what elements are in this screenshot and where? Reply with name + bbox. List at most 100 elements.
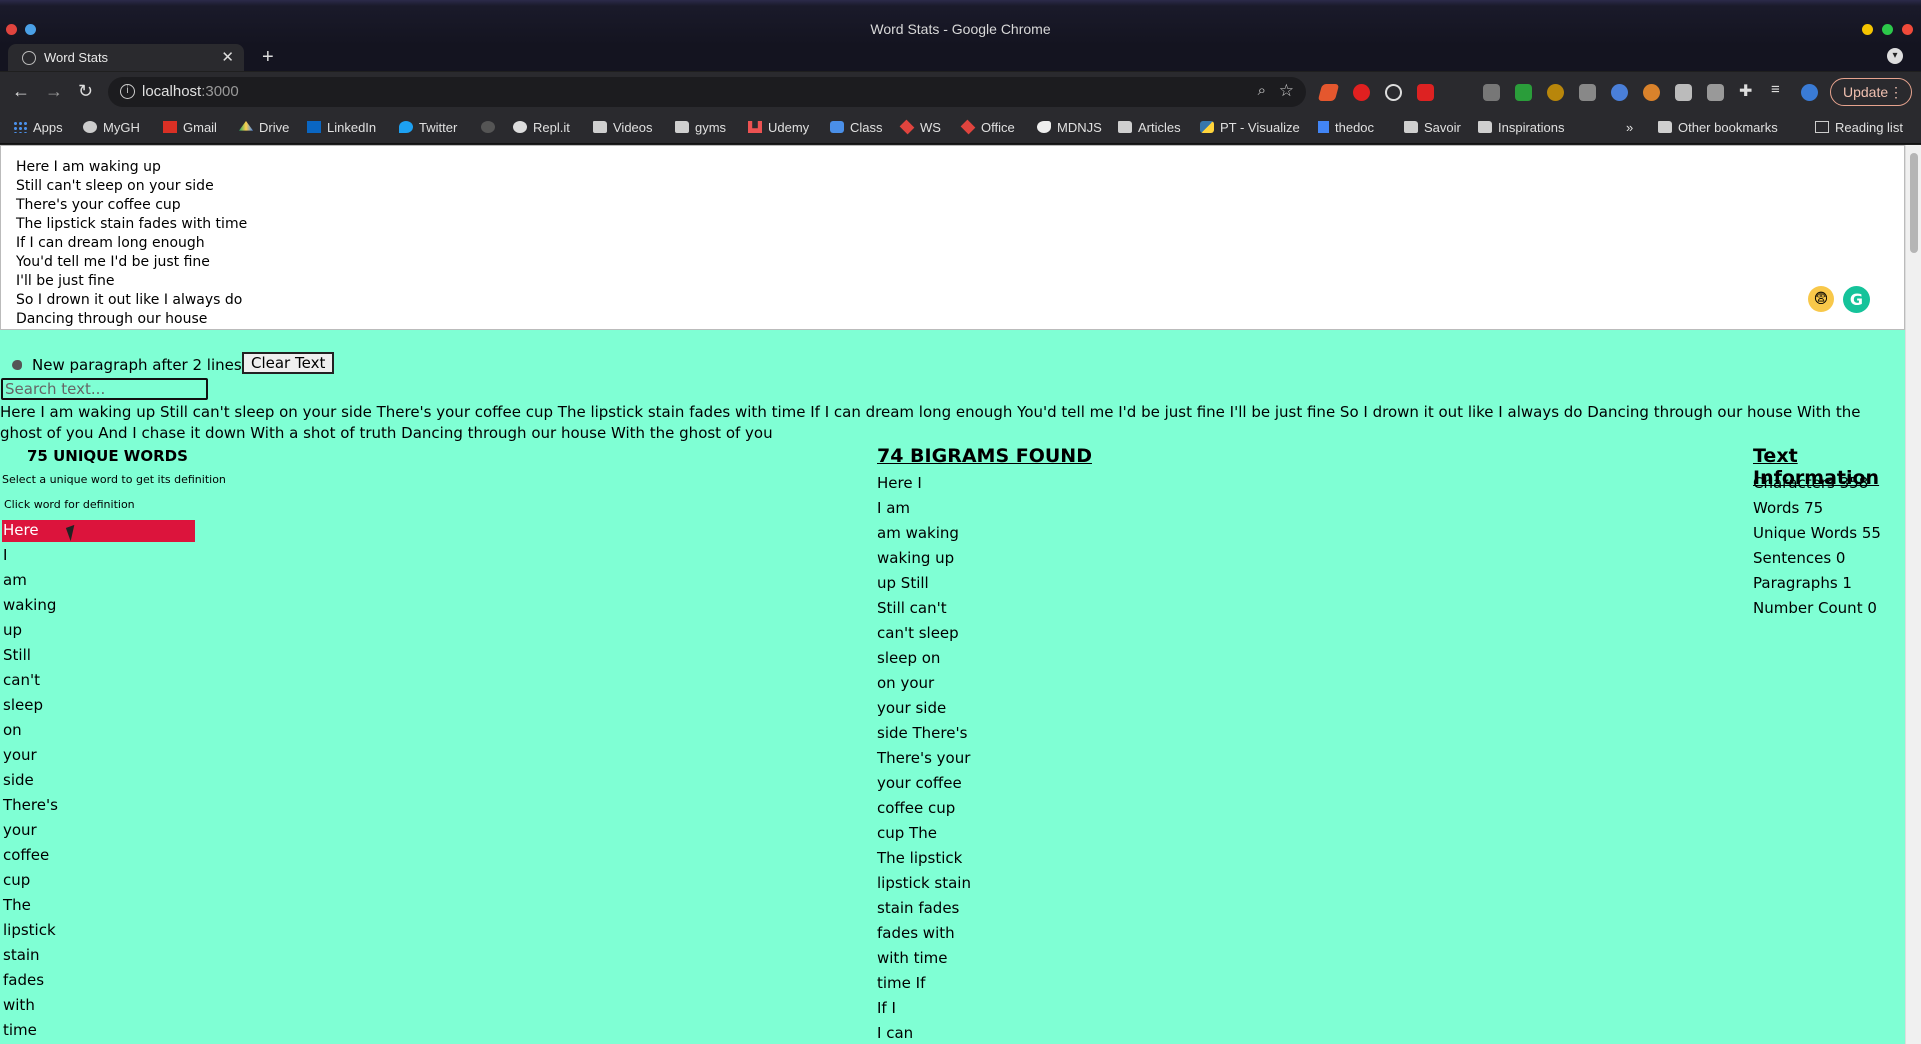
unique-words-title: 75 UNIQUE WORDS bbox=[27, 447, 188, 465]
bookmark-drive[interactable]: Drive bbox=[239, 120, 289, 135]
unique-word[interactable]: I bbox=[2, 545, 195, 570]
bookmark-savoir[interactable]: Savoir bbox=[1404, 120, 1461, 135]
grammarly-icon[interactable]: G bbox=[1843, 286, 1870, 313]
unique-word[interactable]: Still bbox=[2, 645, 195, 670]
unique-word[interactable]: lipstick bbox=[2, 920, 195, 945]
reading-queue-icon[interactable]: ≡ bbox=[1771, 81, 1788, 98]
folder-icon bbox=[1478, 121, 1492, 133]
new-paragraph-toggle[interactable]: New paragraph after 2 lines bbox=[12, 356, 242, 374]
bigram-item: your side bbox=[877, 699, 947, 717]
unique-word[interactable]: stain bbox=[2, 945, 195, 970]
extension-red-icon[interactable] bbox=[1417, 84, 1434, 101]
bigram-item: sleep on bbox=[877, 649, 941, 667]
unique-word[interactable]: coffee bbox=[2, 845, 195, 870]
bookmark-class[interactable]: Class bbox=[830, 120, 883, 135]
extensions-puzzle-icon[interactable]: ✚ bbox=[1739, 81, 1756, 100]
clear-text-button[interactable]: Clear Text bbox=[242, 352, 335, 374]
more-bookmarks-chevron-icon[interactable]: » bbox=[1626, 120, 1633, 135]
unique-word[interactable]: up bbox=[2, 620, 195, 645]
bookmark-videos[interactable]: Videos bbox=[593, 120, 653, 135]
bookmark-mdnjs[interactable]: MDNJS bbox=[1037, 120, 1102, 135]
extension-green-icon[interactable] bbox=[1515, 84, 1532, 101]
extension-chat-icon[interactable] bbox=[1675, 84, 1692, 101]
extension-target-icon[interactable] bbox=[1385, 84, 1402, 101]
text-info-item: Number Count 0 bbox=[1753, 599, 1877, 617]
scrollbar-thumb[interactable] bbox=[1910, 153, 1918, 253]
emoji-extension-icon[interactable]: 😨 bbox=[1808, 286, 1834, 312]
textarea-line: Dancing through our house bbox=[16, 311, 208, 327]
bookmark-inspirations[interactable]: Inspirations bbox=[1478, 120, 1564, 135]
extension-cookie-icon[interactable] bbox=[1643, 84, 1660, 101]
bookmark-udemy[interactable]: Udemy bbox=[748, 120, 809, 135]
bookmark-twitter[interactable]: Twitter bbox=[399, 120, 457, 135]
unique-word[interactable]: am bbox=[2, 570, 195, 595]
unique-word[interactable]: your bbox=[2, 745, 195, 770]
close-window-button[interactable] bbox=[1902, 24, 1913, 35]
bigram-item: your coffee bbox=[877, 774, 962, 792]
extension-pen-icon[interactable] bbox=[1483, 84, 1500, 101]
bookmark-mygh[interactable]: MyGH bbox=[83, 120, 140, 135]
bookmark-other-bookmarks[interactable]: Other bookmarks bbox=[1658, 120, 1778, 135]
unique-word[interactable]: waking bbox=[2, 595, 195, 620]
unique-word[interactable]: The bbox=[2, 895, 195, 920]
lyrics-textarea[interactable]: Here I am waking up Still can't sleep on… bbox=[0, 145, 1905, 330]
mdn-icon bbox=[1037, 121, 1051, 133]
bookmark-github[interactable] bbox=[481, 120, 501, 135]
bookmark-replit[interactable]: Repl.it bbox=[513, 120, 570, 135]
unique-word[interactable]: fades bbox=[2, 970, 195, 995]
textarea-line: I'll be just fine bbox=[16, 273, 115, 289]
extension-search-icon[interactable] bbox=[1611, 84, 1628, 101]
unique-word[interactable]: with bbox=[2, 995, 195, 1020]
bigram-item: Still can't bbox=[877, 599, 947, 617]
unique-word[interactable]: on bbox=[2, 720, 195, 745]
minimize-button[interactable] bbox=[1862, 24, 1873, 35]
globe-icon bbox=[22, 51, 36, 65]
site-info-icon[interactable]: i bbox=[120, 84, 135, 99]
unique-word[interactable]: can't bbox=[2, 670, 195, 695]
reload-button[interactable]: ↻ bbox=[78, 81, 93, 102]
unique-word[interactable]: your bbox=[2, 820, 195, 845]
bookmark-articles[interactable]: Articles bbox=[1118, 120, 1181, 135]
page-scrollbar[interactable] bbox=[1905, 145, 1921, 1044]
bigram-item: I can bbox=[877, 1024, 914, 1042]
bookmark-ws[interactable]: WS bbox=[899, 119, 941, 135]
search-input[interactable] bbox=[1, 378, 208, 400]
textarea-line: You'd tell me I'd be just fine bbox=[16, 254, 210, 270]
unique-word[interactable]: There's bbox=[2, 795, 195, 820]
bookmark-gyms[interactable]: gyms bbox=[675, 120, 726, 135]
toggle-icon[interactable] bbox=[12, 360, 22, 370]
tab-search-icon[interactable]: ▾ bbox=[1887, 48, 1903, 64]
unique-word[interactable]: side bbox=[2, 770, 195, 795]
maximize-button[interactable] bbox=[1882, 24, 1893, 35]
extension-bug-icon[interactable] bbox=[1547, 84, 1564, 101]
unique-word[interactable]: cup bbox=[2, 870, 195, 895]
bookmark-thedoc[interactable]: thedoc bbox=[1318, 120, 1374, 135]
unique-word[interactable]: sleep bbox=[2, 695, 195, 720]
new-tab-button[interactable]: + bbox=[262, 46, 274, 69]
extension-megaphone-icon[interactable] bbox=[1317, 84, 1340, 101]
bookmark-pt-visualize[interactable]: PT - Visualize bbox=[1200, 120, 1300, 135]
zoom-icon[interactable]: ⌕ bbox=[1258, 82, 1266, 99]
unique-word-selected[interactable]: Here bbox=[2, 520, 195, 542]
update-button[interactable]: Update ⋮ bbox=[1830, 78, 1912, 106]
adblock-icon[interactable] bbox=[1353, 84, 1370, 101]
extension-box-icon[interactable] bbox=[1707, 84, 1724, 101]
tab-title: Word Stats bbox=[44, 50, 109, 65]
address-url[interactable]: localhost:3000 bbox=[142, 83, 239, 100]
forward-button[interactable]: → bbox=[45, 81, 63, 102]
tab-word-stats[interactable]: Word Stats ✕ bbox=[8, 44, 244, 71]
tab-close-icon[interactable]: ✕ bbox=[221, 48, 234, 66]
back-button[interactable]: ← bbox=[12, 81, 30, 102]
bookmark-office[interactable]: Office bbox=[960, 119, 1015, 135]
bigram-item: fades with bbox=[877, 924, 955, 942]
bookmark-apps[interactable]: Apps bbox=[13, 120, 63, 135]
reading-list-button[interactable]: Reading list bbox=[1815, 120, 1903, 135]
profile-avatar[interactable] bbox=[1801, 84, 1818, 101]
bookmark-linkedin[interactable]: LinkedIn bbox=[307, 120, 376, 135]
unique-word[interactable]: time bbox=[2, 1020, 195, 1044]
bigram-item: lipstick stain bbox=[877, 874, 971, 892]
bookmark-gmail[interactable]: Gmail bbox=[163, 120, 217, 135]
extension-c-icon[interactable] bbox=[1579, 84, 1596, 101]
address-bar[interactable]: i localhost:3000 ⌕ ☆ bbox=[108, 77, 1306, 107]
bookmark-star-icon[interactable]: ☆ bbox=[1279, 81, 1294, 101]
